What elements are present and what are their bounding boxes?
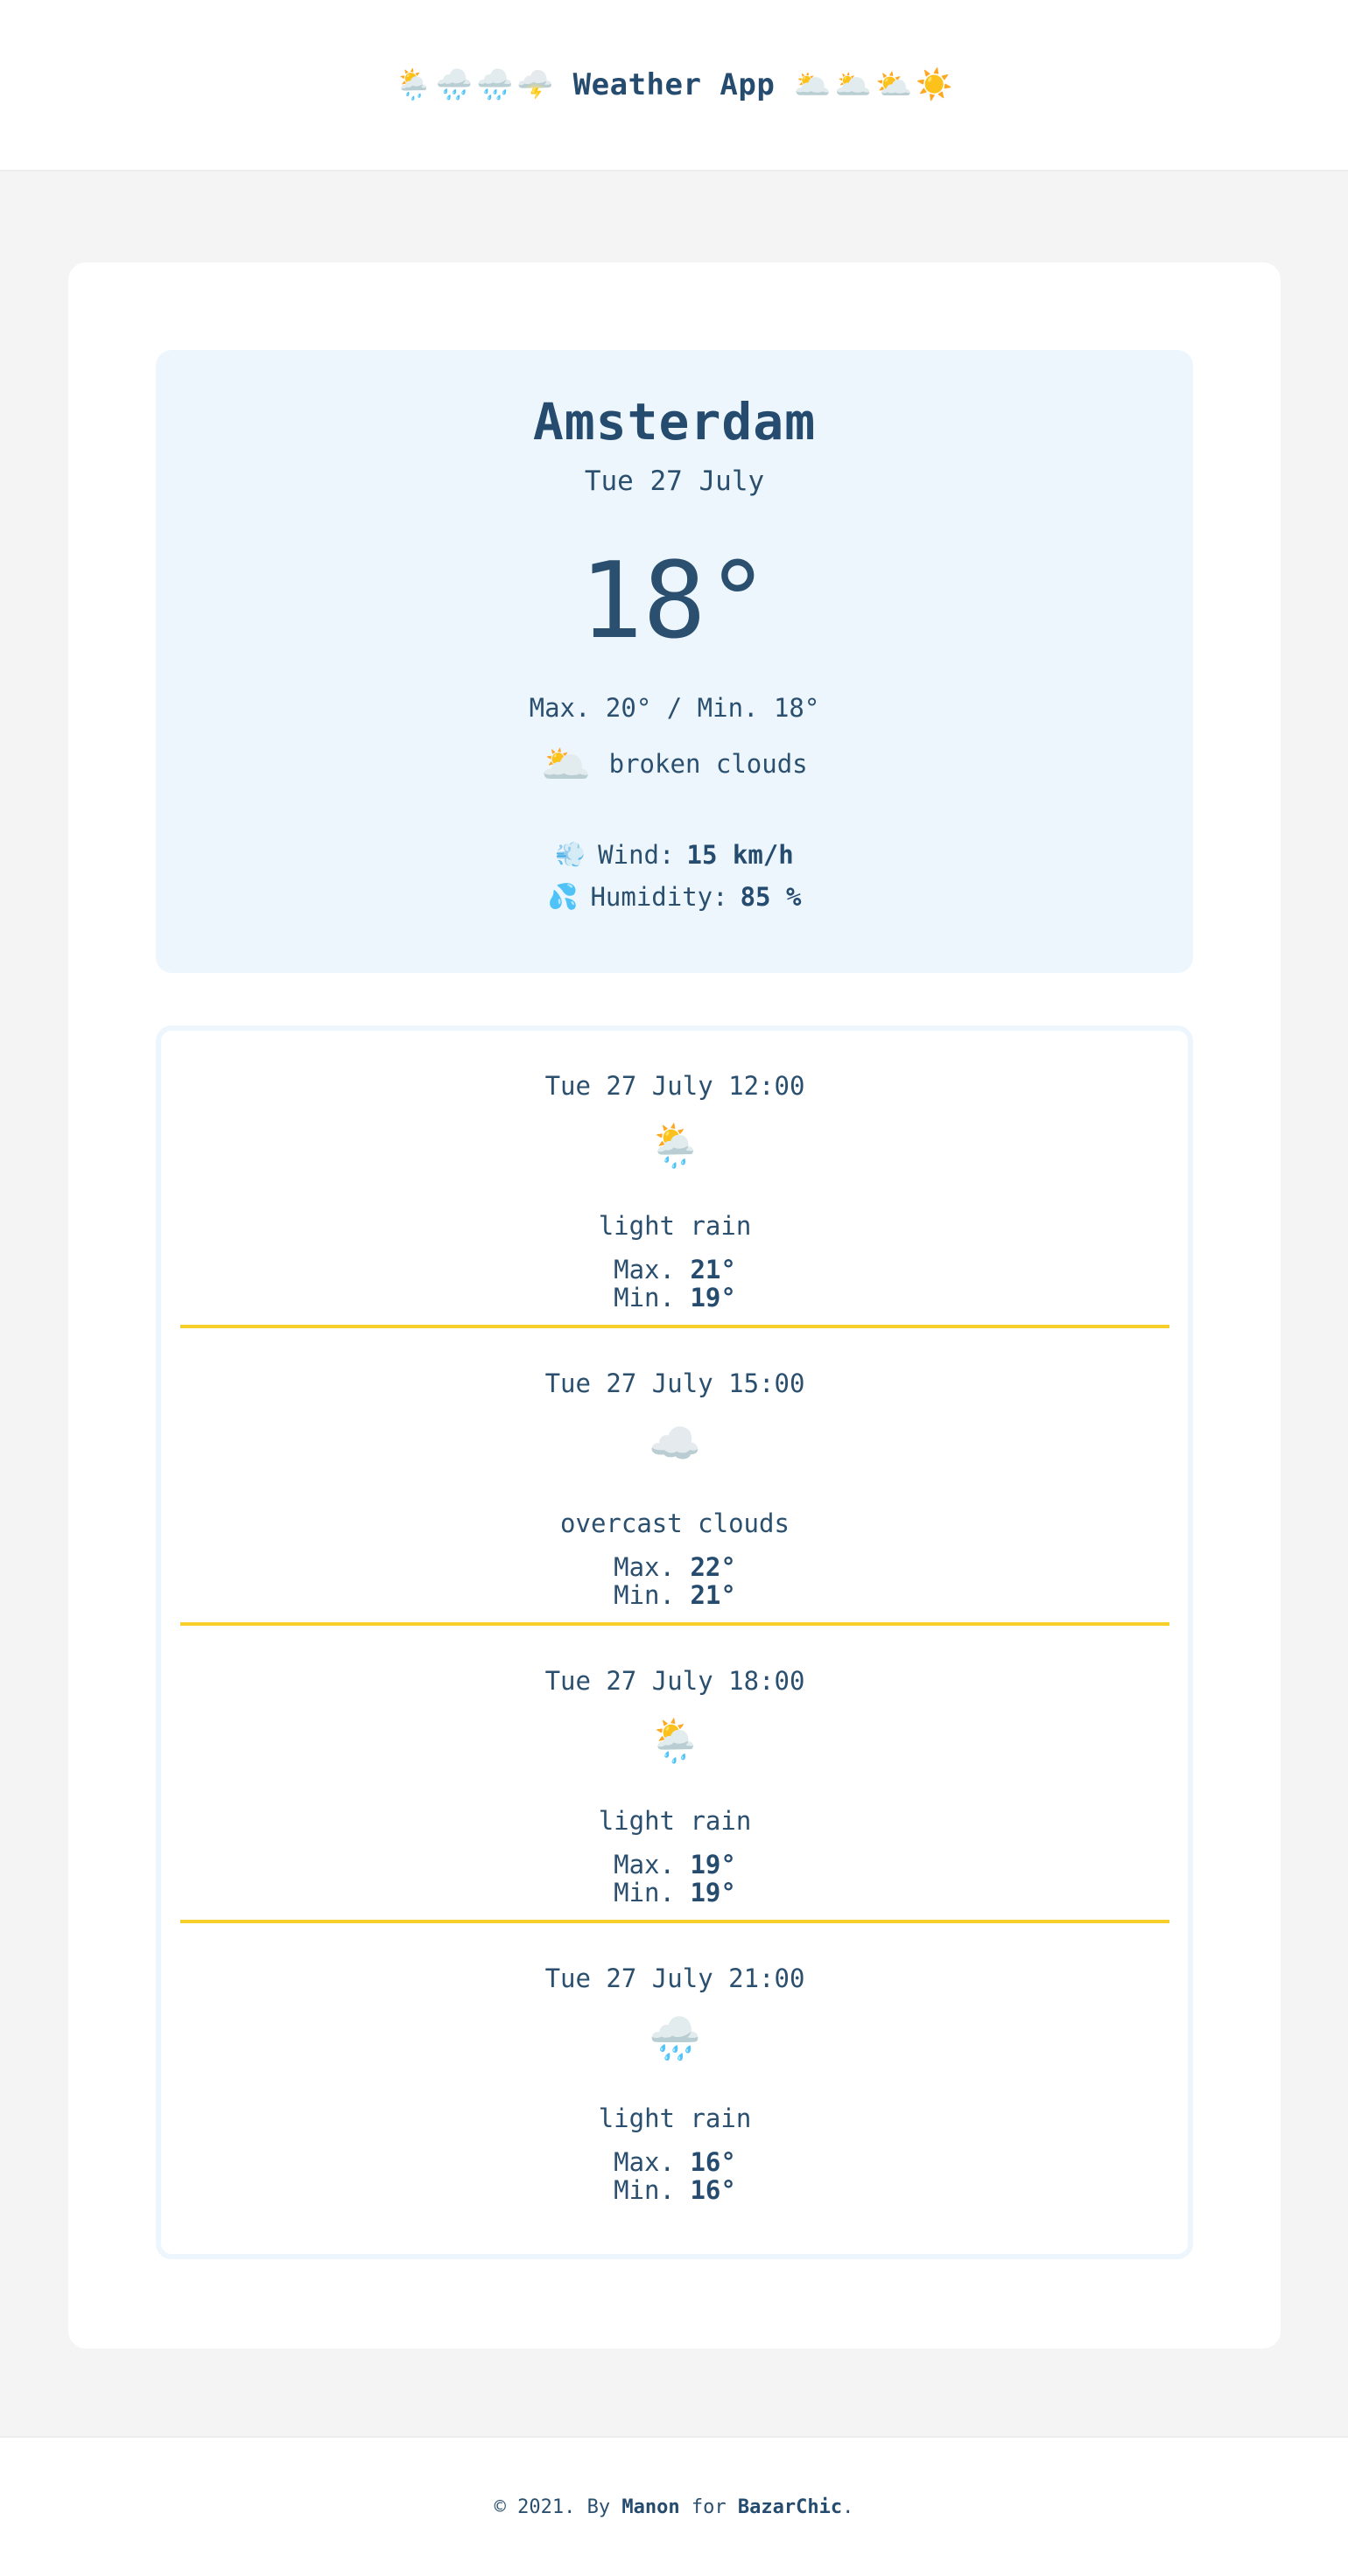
forecast-item: Tue 27 July 15:00 ☁️ overcast clouds Max…	[180, 1328, 1169, 1626]
forecast-datetime: Tue 27 July 18:00	[544, 1666, 805, 1696]
current-weather-panel: Amsterdam Tue 27 July 18° Max. 20° / Min…	[156, 350, 1193, 973]
sun-icon: ☀️	[916, 67, 953, 102]
max-label: Max.	[614, 1255, 675, 1284]
current-description-row: 🌥️ broken clouds	[156, 744, 1193, 784]
min-label: Min.	[614, 2175, 675, 2205]
light-rain-night-icon: 🌧️	[649, 2014, 701, 2063]
min-label: Min.	[614, 1878, 675, 1908]
overcast-clouds-icon: ☁️	[649, 1419, 701, 1468]
wind-row: 💨 Wind: 15 km/h	[156, 840, 1193, 870]
sun-behind-cloud-icon: 🌥️	[834, 67, 873, 102]
forecast-description: overcast clouds	[560, 1508, 790, 1538]
sun-rain-icon: 🌦️	[395, 67, 432, 102]
forecast-description: light rain	[598, 1806, 752, 1836]
max-value: 16°	[690, 2147, 736, 2177]
thunder-cloud-icon: 🌩️	[516, 67, 554, 102]
footer-suffix: .	[842, 2496, 854, 2518]
forecast-datetime: Tue 27 July 15:00	[544, 1368, 805, 1398]
sun-behind-cloud-icon: 🌥️	[794, 67, 832, 102]
footer-prefix: © 2021. By	[494, 2496, 611, 2518]
header-left-emojis: 🌦️ 🌧️ 🌧️ 🌩️	[395, 70, 553, 100]
rain-icon: 🌧️	[475, 67, 514, 102]
forecast-datetime: Tue 27 July 21:00	[544, 1964, 805, 1993]
app-footer: © 2021. By Manon for BazarChic.	[0, 2436, 1348, 2576]
forecast-item: Tue 27 July 21:00 🌧️ light rain Max. 16°…	[180, 1923, 1169, 2221]
light-rain-icon: 🌦️	[649, 1717, 701, 1766]
forecast-max: Max. 16°	[180, 2147, 1169, 2177]
humidity-label: Humidity:	[590, 882, 728, 912]
broken-clouds-icon: 🌥️	[541, 740, 592, 788]
app-title: Weather App	[572, 67, 776, 102]
light-rain-icon: 🌦️	[649, 1122, 701, 1171]
forecast-max: Max. 21°	[180, 1255, 1169, 1284]
min-value: 16°	[690, 2175, 736, 2205]
header-right-emojis: 🌥️ 🌥️ ⛅ ☀️	[794, 70, 952, 100]
rain-icon: 🌧️	[435, 67, 473, 102]
max-label: Max.	[614, 1850, 675, 1880]
forecast-item: Tue 27 July 18:00 🌦️ light rain Max. 19°…	[180, 1626, 1169, 1923]
max-value: 21°	[690, 1255, 736, 1284]
current-date: Tue 27 July	[584, 466, 765, 497]
min-value: 21°	[690, 1580, 736, 1610]
droplets-icon: 💦	[547, 882, 579, 911]
current-description: broken clouds	[608, 749, 808, 779]
footer-company: BazarChic	[737, 2496, 843, 2518]
footer-author: Manon	[621, 2496, 680, 2518]
forecast-min: Min. 16°	[180, 2175, 1169, 2205]
wind-icon: 💨	[555, 840, 586, 869]
humidity-row: 💦 Humidity: 85 %	[156, 882, 1193, 912]
max-value: 22°	[690, 1552, 736, 1582]
forecast-min: Min. 21°	[180, 1580, 1169, 1610]
forecast-description: light rain	[598, 2104, 752, 2133]
forecast-max: Max. 22°	[180, 1552, 1169, 1582]
max-label: Max.	[614, 2147, 675, 2177]
forecast-max: Max. 19°	[180, 1850, 1169, 1880]
min-label: Min.	[614, 1580, 675, 1610]
forecast-min: Min. 19°	[180, 1878, 1169, 1908]
max-label: Max.	[614, 1552, 675, 1582]
partly-sunny-icon: ⛅	[875, 67, 913, 102]
max-value: 19°	[690, 1850, 736, 1880]
min-label: Min.	[614, 1283, 675, 1312]
forecast-datetime: Tue 27 July 12:00	[544, 1071, 805, 1101]
forecast-description: light rain	[598, 1211, 752, 1241]
current-minmax: Max. 20° / Min. 18°	[529, 693, 820, 723]
forecast-item: Tue 27 July 12:00 🌦️ light rain Max. 21°…	[180, 1031, 1169, 1328]
footer-middle: for	[691, 2496, 727, 2518]
forecast-list: Tue 27 July 12:00 🌦️ light rain Max. 21°…	[156, 1026, 1193, 2259]
main-card: Amsterdam Tue 27 July 18° Max. 20° / Min…	[68, 262, 1281, 2348]
humidity-value: 85 %	[740, 882, 802, 912]
forecast-min: Min. 19°	[180, 1283, 1169, 1312]
min-value: 19°	[690, 1878, 736, 1908]
wind-value: 15 km/h	[686, 840, 794, 870]
wind-label: Wind:	[598, 840, 675, 870]
min-value: 19°	[690, 1283, 736, 1312]
city-name: Amsterdam	[532, 392, 817, 452]
app-header: 🌦️ 🌧️ 🌧️ 🌩️ Weather App 🌥️ 🌥️ ⛅ ☀️	[0, 0, 1348, 172]
current-temperature: 18°	[579, 541, 769, 662]
